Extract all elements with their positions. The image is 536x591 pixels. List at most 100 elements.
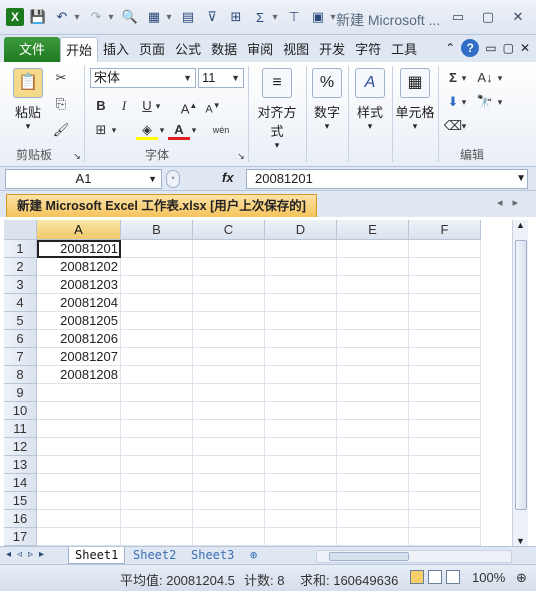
cell-d16[interactable] [265, 510, 337, 528]
tab-page[interactable]: 页面 [134, 37, 170, 62]
cell-a12[interactable] [37, 438, 121, 456]
cell-f4[interactable] [409, 294, 481, 312]
cell-e4[interactable] [337, 294, 409, 312]
cell-a14[interactable] [37, 474, 121, 492]
row-header-17[interactable]: 17 [4, 528, 37, 546]
borders-dropdown-icon[interactable]: ▾ [108, 120, 120, 140]
row-header-3[interactable]: 3 [4, 276, 37, 294]
cell-b8[interactable] [121, 366, 193, 384]
grow-font-icon[interactable]: A▲ [178, 96, 200, 116]
autosum-dropdown-icon[interactable]: ▾ [458, 68, 470, 88]
cell-f14[interactable] [409, 474, 481, 492]
format-painter-icon[interactable]: 🖌 [50, 120, 72, 140]
cell-e8[interactable] [337, 366, 409, 384]
row-header-8[interactable]: 8 [4, 366, 37, 384]
cell-f16[interactable] [409, 510, 481, 528]
cell-b14[interactable] [121, 474, 193, 492]
cell-c6[interactable] [193, 330, 265, 348]
shrink-font-icon[interactable]: A▼ [202, 96, 224, 116]
cell-d9[interactable] [265, 384, 337, 402]
cell-c8[interactable] [193, 366, 265, 384]
row-header-9[interactable]: 9 [4, 384, 37, 402]
cell-e5[interactable] [337, 312, 409, 330]
tab-formulas[interactable]: 公式 [170, 37, 206, 62]
cell-f13[interactable] [409, 456, 481, 474]
cell-d6[interactable] [265, 330, 337, 348]
cell-c7[interactable] [193, 348, 265, 366]
font-color-dropdown-icon[interactable]: ▾ [188, 120, 200, 140]
cell-f6[interactable] [409, 330, 481, 348]
cell-e1[interactable] [337, 240, 409, 258]
formula-expand-icon[interactable]: ◦ [166, 170, 180, 188]
cell-e7[interactable] [337, 348, 409, 366]
cell-b16[interactable] [121, 510, 193, 528]
cell-e16[interactable] [337, 510, 409, 528]
font-color-icon[interactable]: A [168, 120, 190, 140]
column-header-f[interactable]: F [409, 220, 481, 240]
cell-f10[interactable] [409, 402, 481, 420]
tab-view[interactable]: 视图 [278, 37, 314, 62]
cell-c12[interactable] [193, 438, 265, 456]
sort-filter-dropdown-icon[interactable]: ▾ [494, 68, 506, 88]
horizontal-scrollbar[interactable] [316, 550, 512, 563]
worksheet-grid[interactable]: ABCDEF 1 20081201 2 20081202 3 20081203 4 20081… [4, 220, 512, 546]
row-header-15[interactable]: 15 [4, 492, 37, 510]
redo-dropdown-icon[interactable]: ▾ [106, 12, 116, 23]
zoom-in-icon[interactable]: ⊕ [516, 570, 527, 586]
cell-c13[interactable] [193, 456, 265, 474]
cell-a11[interactable] [37, 420, 121, 438]
cell-a3[interactable]: 20081203 [37, 276, 121, 294]
cell-f3[interactable] [409, 276, 481, 294]
row-header-6[interactable]: 6 [4, 330, 37, 348]
cell-c17[interactable] [193, 528, 265, 546]
alignment-dropdown-icon[interactable]: ▾ [252, 140, 302, 151]
cell-c9[interactable] [193, 384, 265, 402]
row-header-14[interactable]: 14 [4, 474, 37, 492]
cell-a6[interactable]: 20081206 [37, 330, 121, 348]
cell-d7[interactable] [265, 348, 337, 366]
cell-d3[interactable] [265, 276, 337, 294]
style-button[interactable]: A 样式 ▾ [352, 68, 388, 132]
column-header-c[interactable]: C [193, 220, 265, 240]
cell-a4[interactable]: 20081204 [37, 294, 121, 312]
print-preview-icon[interactable]: 🔍 [120, 7, 140, 27]
cell-f1[interactable] [409, 240, 481, 258]
scroll-down-icon[interactable]: ▼ [513, 536, 528, 546]
cells-dropdown-icon[interactable]: ▾ [394, 121, 436, 132]
font-name-combo[interactable]: 宋体 ▼ [90, 68, 196, 88]
fill-dropdown-2-icon[interactable]: ▾ [458, 92, 470, 112]
cell-b6[interactable] [121, 330, 193, 348]
cell-b5[interactable] [121, 312, 193, 330]
cell-e15[interactable] [337, 492, 409, 510]
cell-b15[interactable] [121, 492, 193, 510]
cells-button[interactable]: ▦ 单元格 ▾ [394, 68, 436, 132]
clear-dropdown-icon[interactable]: ▾ [458, 116, 470, 136]
cell-d13[interactable] [265, 456, 337, 474]
sort-icon[interactable]: ⊤ [284, 7, 304, 27]
cell-d2[interactable] [265, 258, 337, 276]
cell-b4[interactable] [121, 294, 193, 312]
row-header-5[interactable]: 5 [4, 312, 37, 330]
underline-dropdown-icon[interactable]: ▾ [152, 96, 164, 116]
cell-e12[interactable] [337, 438, 409, 456]
cell-d14[interactable] [265, 474, 337, 492]
undo-dropdown-icon[interactable]: ▾ [72, 12, 82, 23]
cell-e3[interactable] [337, 276, 409, 294]
page-break-view-icon[interactable] [446, 570, 460, 584]
cell-a7[interactable]: 20081207 [37, 348, 121, 366]
tab-data[interactable]: 数据 [206, 37, 242, 62]
cell-e10[interactable] [337, 402, 409, 420]
cell-c10[interactable] [193, 402, 265, 420]
alignment-button[interactable]: ≡ 对齐方式 ▾ [252, 68, 302, 151]
vertical-scrollbar[interactable]: ▲ ▼ [512, 220, 528, 546]
row-header-1[interactable]: 1 [4, 240, 37, 258]
layout-icon[interactable]: ▦ [144, 7, 164, 27]
cell-c11[interactable] [193, 420, 265, 438]
cell-e2[interactable] [337, 258, 409, 276]
cell-a9[interactable] [37, 384, 121, 402]
formula-expand-dropdown-icon[interactable]: ▼ [516, 173, 526, 184]
sort-filter-icon[interactable]: A↓ [474, 68, 496, 88]
name-box[interactable]: A1 ▼ [5, 169, 162, 189]
row-header-11[interactable]: 11 [4, 420, 37, 438]
name-box-dropdown-icon[interactable]: ▼ [148, 170, 157, 188]
